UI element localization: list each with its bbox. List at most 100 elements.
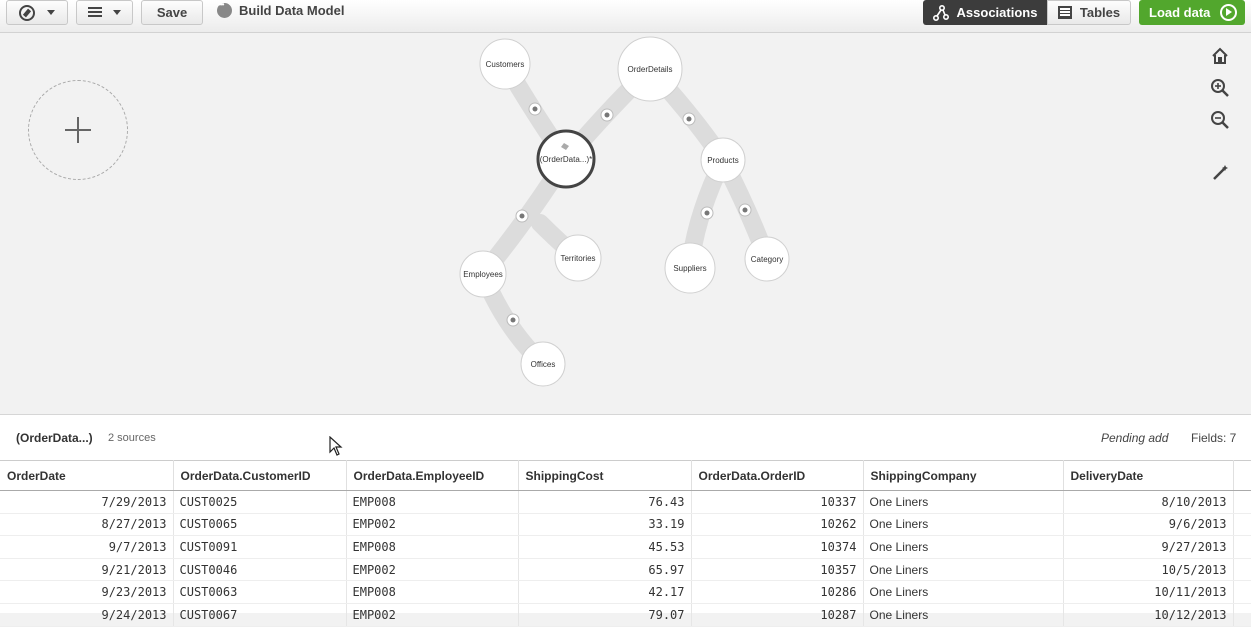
table-cell: EMP008 bbox=[346, 580, 519, 604]
table-cell: 45.53 bbox=[518, 535, 692, 559]
node-label: (OrderData...)* bbox=[540, 155, 592, 164]
table-cell: 10374 bbox=[691, 535, 864, 559]
table-cell-spacer bbox=[1233, 513, 1251, 537]
table-cell: EMP002 bbox=[346, 558, 519, 582]
status-badge: Pending add bbox=[1101, 431, 1169, 445]
global-menu-button[interactable] bbox=[76, 0, 133, 25]
table-cell-spacer bbox=[1233, 580, 1251, 604]
preview-info-bar: (OrderData...) 2 sources Pending add Fie… bbox=[0, 415, 1251, 460]
node-label: OrderDetails bbox=[628, 65, 673, 74]
table-row: 9/24/2013 CUST0067 EMP002 79.07 10287 One Lin… bbox=[0, 603, 1251, 627]
app-title-label: Build Data Model bbox=[239, 3, 345, 18]
table-cell: One Liners bbox=[863, 490, 1064, 514]
table-row: 9/23/2013 CUST0063 EMP008 42.17 10286 One Lin… bbox=[0, 580, 1251, 604]
table-cell: 10337 bbox=[691, 490, 864, 514]
table-cell: CUST0046 bbox=[173, 558, 347, 582]
node-label: Customers bbox=[486, 60, 525, 69]
associations-tab[interactable]: Associations bbox=[923, 0, 1047, 25]
table-cell: EMP008 bbox=[346, 490, 519, 514]
table-cell: 79.07 bbox=[518, 603, 692, 627]
table-cell: 10287 bbox=[691, 603, 864, 627]
table-cell: One Liners bbox=[863, 603, 1064, 627]
table-body: 7/29/2013 CUST0025 EMP008 76.43 10337 One Lin… bbox=[0, 490, 1251, 627]
app-icon bbox=[217, 0, 232, 18]
table-cell: 10/12/2013 bbox=[1063, 603, 1234, 627]
table-cell: 10262 bbox=[691, 513, 864, 537]
table-cell: EMP002 bbox=[346, 603, 519, 627]
table-cell-spacer bbox=[1233, 603, 1251, 627]
data-model-canvas[interactable]: Customers OrderDetails (OrderData...)* P… bbox=[0, 33, 1251, 414]
column-header[interactable]: ShippingCompany bbox=[863, 460, 1064, 491]
table-cell: 9/23/2013 bbox=[0, 580, 174, 604]
table-cell: 10/5/2013 bbox=[1063, 558, 1234, 582]
tables-label: Tables bbox=[1079, 5, 1121, 20]
column-header[interactable]: OrderData.CustomerID bbox=[173, 460, 347, 491]
play-icon bbox=[1220, 4, 1238, 21]
zoom-in-icon[interactable] bbox=[1210, 78, 1230, 98]
table-cell: CUST0025 bbox=[173, 490, 347, 514]
load-data-label: Load data bbox=[1149, 5, 1211, 20]
preview-sources: 2 sources bbox=[108, 432, 156, 444]
node-label: Employees bbox=[463, 270, 503, 279]
node-label: Offices bbox=[531, 360, 556, 369]
app-title: Build Data Model bbox=[217, 0, 345, 18]
table-cell: One Liners bbox=[863, 558, 1064, 582]
table-cell: 10286 bbox=[691, 580, 864, 604]
magic-wand-icon[interactable] bbox=[1210, 163, 1230, 183]
table-cell: CUST0065 bbox=[173, 513, 347, 537]
preview-table: OrderDate OrderData.CustomerID OrderData… bbox=[0, 460, 1251, 627]
column-header[interactable]: OrderData.OrderID bbox=[691, 460, 864, 491]
table-cell: EMP002 bbox=[346, 513, 519, 537]
load-data-button[interactable]: Load data bbox=[1139, 0, 1245, 25]
column-header-spacer bbox=[1233, 460, 1251, 491]
chevron-down-icon bbox=[113, 10, 121, 15]
table-cell: 7/29/2013 bbox=[0, 490, 174, 514]
table-row: 7/29/2013 CUST0025 EMP008 76.43 10337 One Lin… bbox=[0, 490, 1251, 514]
table-header-row: OrderDate OrderData.CustomerID OrderData… bbox=[0, 460, 1251, 491]
associations-label: Associations bbox=[956, 5, 1038, 20]
list-icon bbox=[88, 7, 102, 18]
table-cell: 9/6/2013 bbox=[1063, 513, 1234, 537]
table-cell: 8/10/2013 bbox=[1063, 490, 1234, 514]
table-cell: 8/27/2013 bbox=[0, 513, 174, 537]
table-row: 9/7/2013 CUST0091 EMP008 45.53 10374 One Line… bbox=[0, 535, 1251, 559]
navigation-menu-button[interactable] bbox=[6, 0, 68, 25]
table-row: 8/27/2013 CUST0065 EMP002 33.19 10262 One Lin… bbox=[0, 513, 1251, 537]
table-cell: 9/7/2013 bbox=[0, 535, 174, 559]
column-header[interactable]: OrderDate bbox=[0, 460, 174, 491]
table-cell: 9/24/2013 bbox=[0, 603, 174, 627]
table-row: 9/21/2013 CUST0046 EMP002 65.97 10357 One Lin… bbox=[0, 558, 1251, 582]
table-cell: 42.17 bbox=[518, 580, 692, 604]
table-cell: One Liners bbox=[863, 535, 1064, 559]
preview-table-name: (OrderData...) bbox=[16, 431, 93, 445]
table-cell: One Liners bbox=[863, 580, 1064, 604]
table-cell: 10/11/2013 bbox=[1063, 580, 1234, 604]
save-button[interactable]: Save bbox=[141, 0, 203, 25]
tables-tab[interactable]: Tables bbox=[1047, 0, 1131, 25]
node-label: Products bbox=[707, 156, 739, 165]
node-label: Territories bbox=[560, 254, 595, 263]
node-label: Category bbox=[751, 255, 783, 264]
zoom-out-icon[interactable] bbox=[1210, 110, 1230, 130]
table-preview-panel: (OrderData...) 2 sources Pending add Fie… bbox=[0, 414, 1251, 627]
table-cell: 76.43 bbox=[518, 490, 692, 514]
fields-count: Fields: 7 bbox=[1191, 431, 1237, 445]
column-header[interactable]: OrderData.EmployeeID bbox=[346, 460, 519, 491]
table-cell-spacer bbox=[1233, 558, 1251, 582]
table-cell: CUST0091 bbox=[173, 535, 347, 559]
home-icon[interactable] bbox=[1210, 46, 1230, 66]
table-cell: 65.97 bbox=[518, 558, 692, 582]
top-toolbar: Save Build Data Model Associations Table… bbox=[0, 0, 1251, 33]
table-cell: 10357 bbox=[691, 558, 864, 582]
node-label: Suppliers bbox=[673, 264, 706, 273]
table-cell: 9/21/2013 bbox=[0, 558, 174, 582]
table-cell-spacer bbox=[1233, 535, 1251, 559]
compass-icon bbox=[19, 4, 35, 21]
table-cell-spacer bbox=[1233, 490, 1251, 514]
mouse-cursor-icon bbox=[329, 436, 343, 456]
table-cell: CUST0063 bbox=[173, 580, 347, 604]
column-header[interactable]: ShippingCost bbox=[518, 460, 692, 491]
table-cell: EMP008 bbox=[346, 535, 519, 559]
table-cell: 33.19 bbox=[518, 513, 692, 537]
column-header[interactable]: DeliveryDate bbox=[1063, 460, 1234, 491]
